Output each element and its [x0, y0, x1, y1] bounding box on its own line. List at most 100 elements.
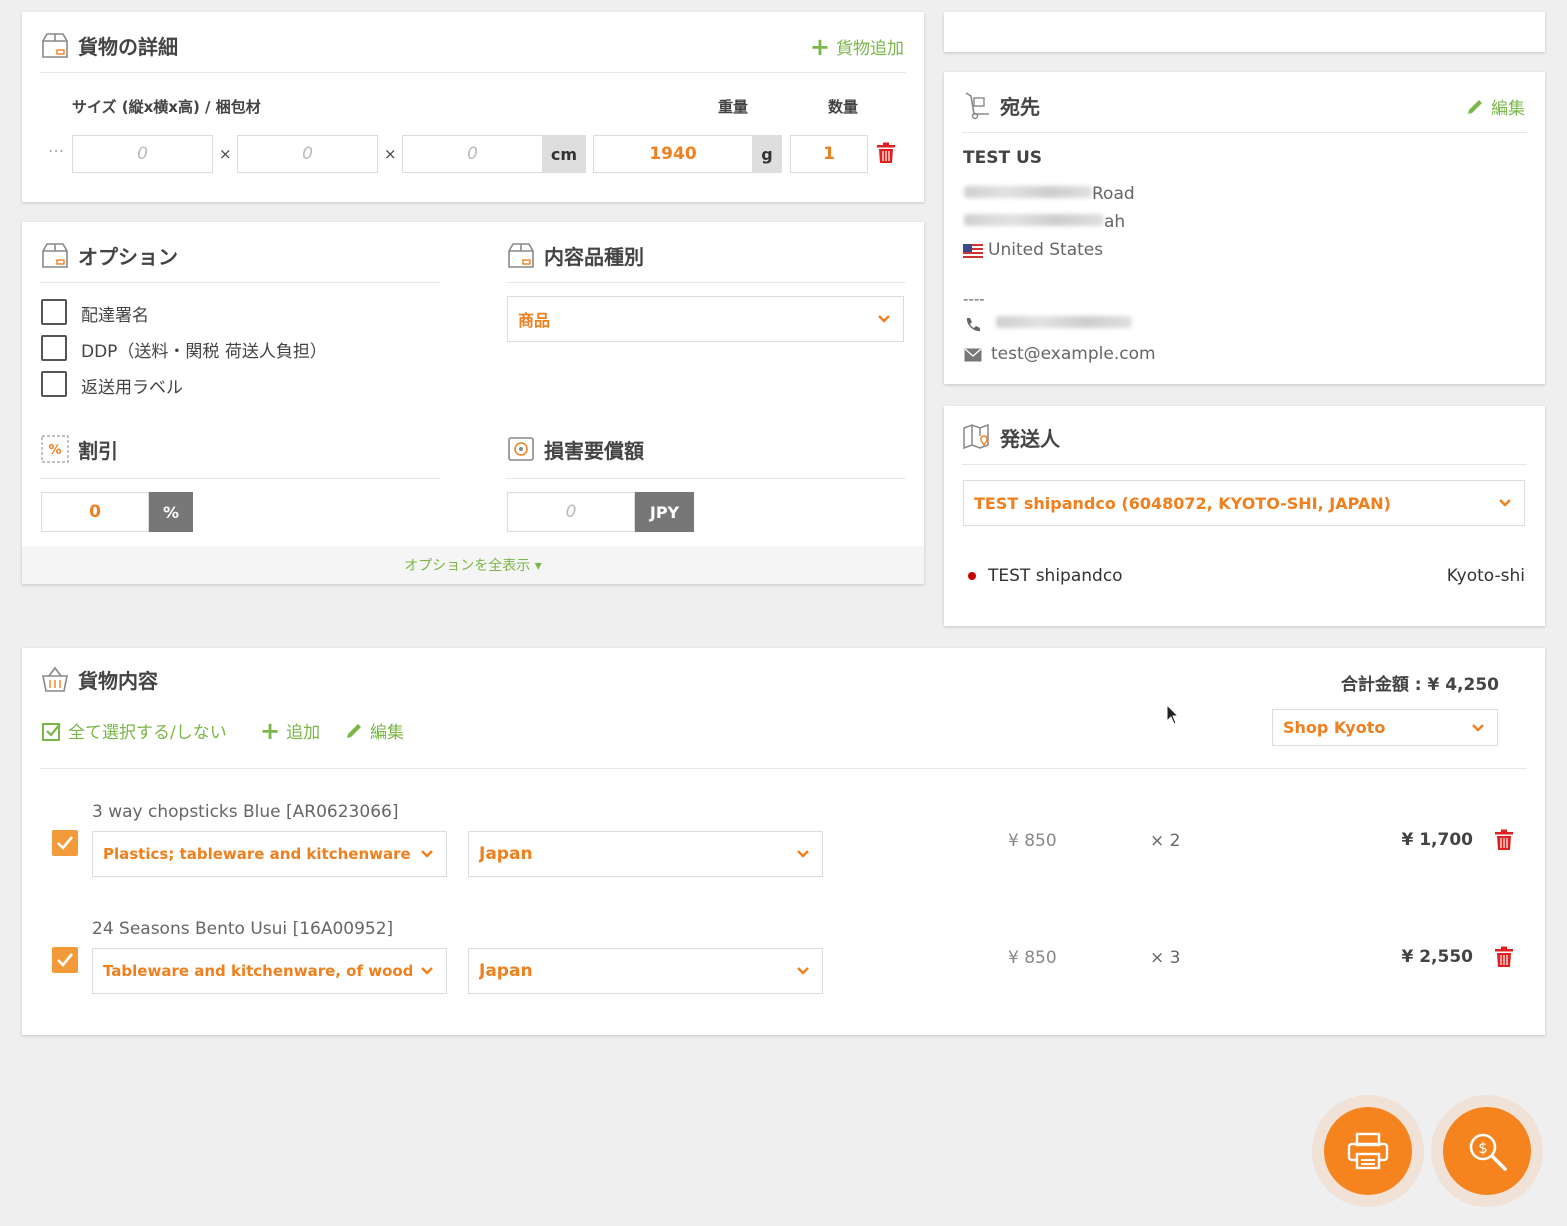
option-label-ddp: DDP（送料・関税 荷送人負担）	[81, 342, 327, 362]
chevron-down-icon	[797, 967, 809, 975]
shop-select[interactable]: Shop Kyoto	[1272, 709, 1498, 746]
option-checkbox-return-label[interactable]	[41, 371, 67, 397]
chevron-down-icon	[1472, 723, 1484, 732]
discount-unit: %	[149, 492, 193, 532]
contents-title: 貨物内容	[40, 664, 158, 694]
destination-title: 宛先	[962, 90, 1040, 120]
weight-header: 重量	[718, 98, 749, 116]
insurance-input[interactable]: 0	[507, 492, 635, 532]
divider	[506, 478, 906, 479]
item-category-select[interactable]: Plastics; tableware and kitchenware	[92, 831, 447, 877]
sender-city: Kyoto-shi	[1446, 566, 1525, 586]
show-all-options-bar[interactable]: オプションを全表示 ▾	[22, 546, 924, 584]
address-line2-tail: ah	[1104, 212, 1126, 232]
japan-flag-dot-icon	[968, 572, 976, 580]
box-icon	[508, 243, 534, 268]
box-icon	[42, 33, 68, 58]
plus-icon: +	[260, 716, 281, 745]
cargo-details-card: 貨物の詳細 + 貨物追加 サイズ (縦x横x高) / 梱包材 重量 数量 ···…	[22, 12, 924, 202]
contents-card: 貨物内容 合計金額 : ¥ 4,250 全て選択する/しない + 追加 編集 S…	[22, 648, 1545, 1035]
item-checkbox[interactable]	[52, 947, 78, 973]
item-qty: × 2	[1150, 831, 1181, 851]
weight-input[interactable]: 1940	[593, 135, 753, 173]
option-label-return-label: 返送用ラベル	[81, 378, 183, 398]
item-checkbox[interactable]	[52, 830, 78, 856]
phone-icon	[966, 318, 980, 332]
option-label-signature: 配達署名	[81, 306, 149, 326]
drag-handle[interactable]: ···	[48, 142, 64, 162]
printer-icon	[1347, 1132, 1389, 1170]
width-input[interactable]: 0	[237, 135, 378, 173]
box-icon	[42, 243, 68, 268]
item-unit-price: ¥ 850	[1008, 948, 1057, 968]
trash-icon[interactable]	[1494, 946, 1514, 968]
redacted-address-line2	[964, 214, 1104, 226]
pencil-icon	[347, 723, 361, 738]
check-square-icon	[42, 722, 61, 741]
chevron-down-icon	[421, 850, 433, 858]
search-dollar-icon: $	[1469, 1133, 1507, 1171]
item-unit-price: ¥ 850	[1008, 831, 1057, 851]
content-type-title: 内容品種別	[506, 240, 644, 270]
options-card: オプション 配達署名 DDP（送料・関税 荷送人負担） 返送用ラベル % 割引 …	[22, 222, 924, 584]
item-origin-select[interactable]: Japan	[468, 831, 823, 877]
sender-card: 発送人 TEST shipandco (6048072, KYOTO-SHI, …	[944, 406, 1545, 626]
rate-search-button[interactable]: $	[1443, 1107, 1531, 1195]
item-origin-select[interactable]: Japan	[468, 948, 823, 994]
discount-input[interactable]: 0	[41, 492, 149, 532]
percent-tag-icon: %	[41, 435, 69, 463]
qty-header: 数量	[828, 98, 859, 116]
checkmark-icon	[57, 953, 74, 967]
times-sign: ×	[384, 145, 397, 163]
add-cargo-link[interactable]: + 貨物追加	[809, 32, 904, 61]
redacted-phone	[996, 316, 1132, 328]
divider	[40, 478, 440, 479]
hand-truck-icon	[965, 92, 989, 120]
destination-country: United States	[988, 240, 1104, 260]
chevron-down-icon	[878, 315, 890, 323]
edit-items-link[interactable]: 編集	[344, 718, 404, 743]
destination-card: 宛先 編集 TEST US Road ah United States ----…	[944, 72, 1545, 384]
destination-name: TEST US	[963, 148, 1043, 168]
mouse-cursor-icon	[1166, 704, 1180, 725]
sender-name: TEST shipandco	[988, 566, 1123, 586]
size-unit: cm	[542, 135, 586, 173]
length-input[interactable]: 0	[72, 135, 213, 173]
edit-destination-link[interactable]: 編集	[1465, 94, 1525, 119]
qty-input[interactable]: 1	[790, 135, 868, 173]
discount-title: % 割引	[40, 434, 118, 464]
options-title: オプション	[40, 240, 178, 270]
content-type-select[interactable]: 商品	[507, 296, 904, 342]
item-qty: × 3	[1150, 948, 1181, 968]
map-pin-icon	[963, 423, 989, 450]
print-button[interactable]	[1324, 1107, 1412, 1195]
redacted-address-line1	[964, 186, 1092, 198]
destination-email[interactable]: test@example.com	[991, 344, 1156, 364]
height-input[interactable]: 0	[402, 135, 543, 173]
option-checkbox-ddp[interactable]	[41, 335, 67, 361]
chevron-down-icon	[421, 967, 433, 975]
trash-icon[interactable]	[876, 142, 896, 164]
svg-text:%: %	[48, 443, 61, 458]
times-sign: ×	[219, 145, 232, 163]
item-category-select[interactable]: Tableware and kitchenware, of wood; n	[92, 948, 447, 994]
trash-icon[interactable]	[1494, 829, 1514, 851]
weight-unit: g	[752, 135, 782, 173]
option-checkbox-signature[interactable]	[41, 299, 67, 325]
chevron-down-icon	[1499, 499, 1511, 507]
sender-select[interactable]: TEST shipandco (6048072, KYOTO-SHI, JAPA…	[963, 480, 1525, 526]
divider	[962, 132, 1527, 133]
add-item-link[interactable]: + 追加	[260, 716, 320, 745]
mail-icon	[964, 348, 982, 362]
insurance-unit: JPY	[635, 492, 694, 532]
plus-icon: +	[809, 32, 830, 61]
svg-text:$: $	[1478, 1139, 1488, 1157]
us-flag-icon	[963, 244, 983, 258]
item-total: ¥ 2,550	[1401, 947, 1473, 967]
chevron-down-icon	[797, 850, 809, 858]
summary-card	[944, 12, 1545, 52]
cargo-details-title: 貨物の詳細	[40, 30, 178, 60]
select-all-link[interactable]: 全て選択する/しない	[42, 718, 227, 743]
pencil-icon	[1468, 99, 1482, 114]
item-name: 3 way chopsticks Blue [AR0623066]	[92, 802, 399, 822]
